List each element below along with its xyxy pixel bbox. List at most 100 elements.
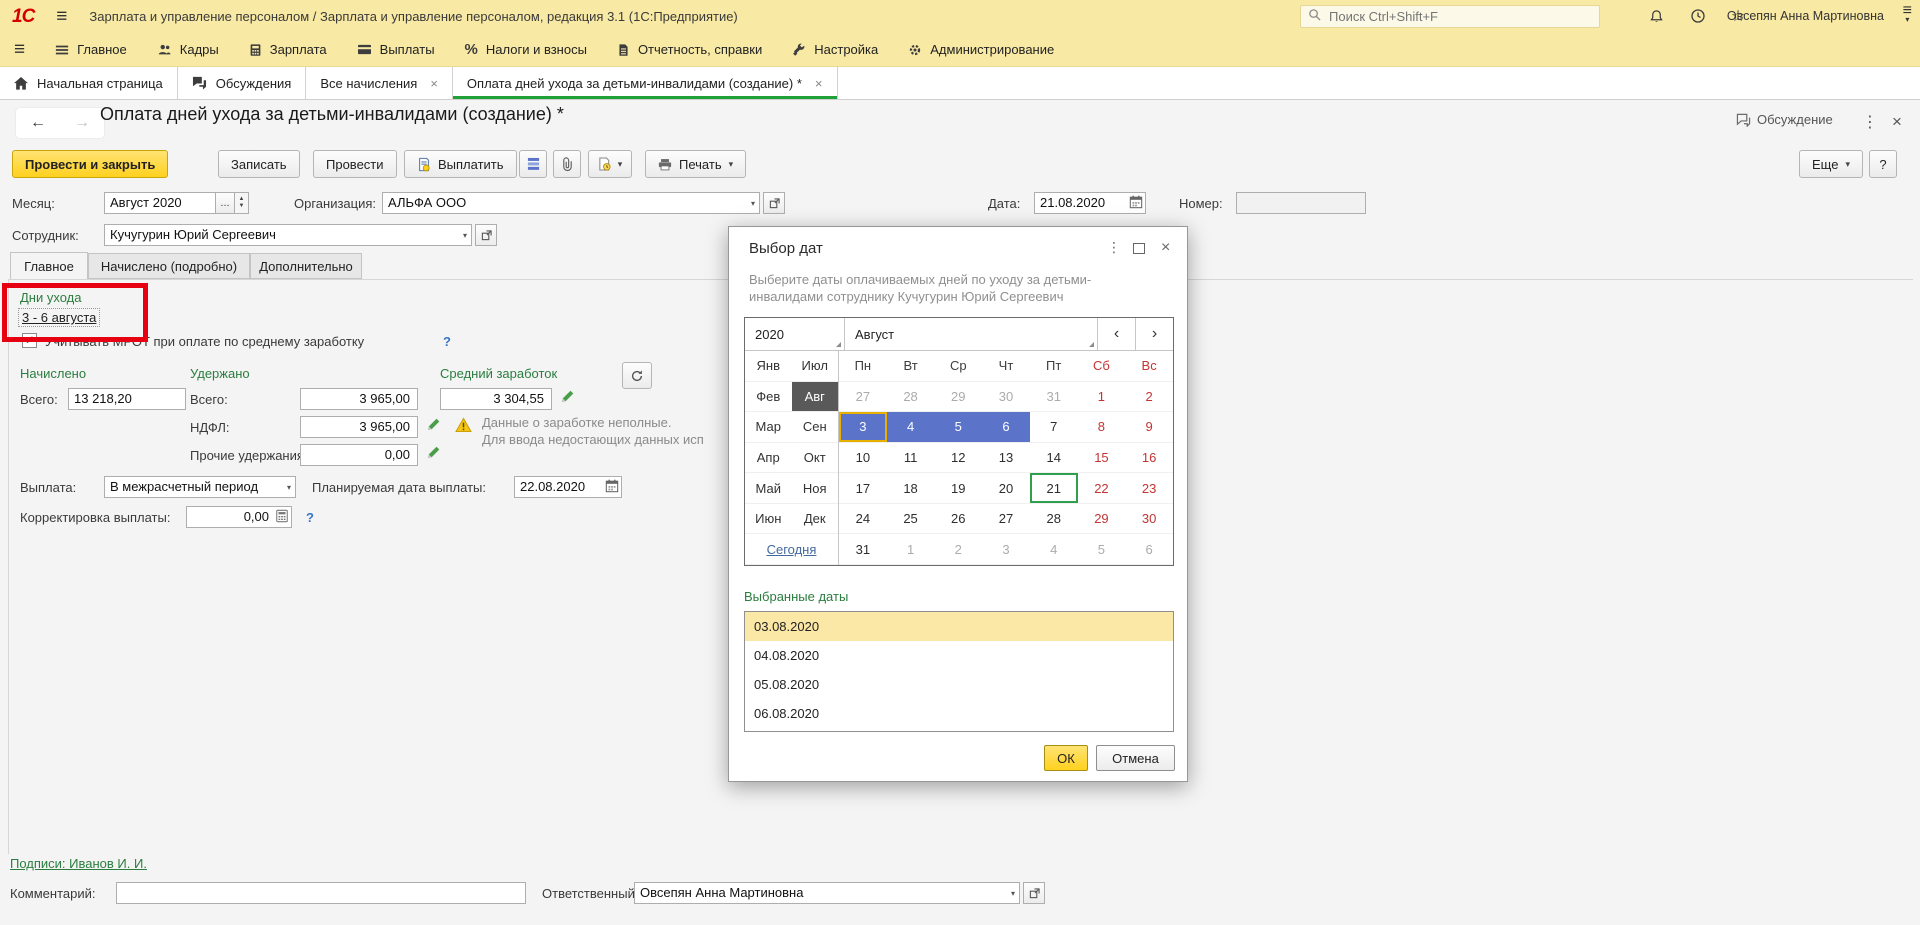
organization-open-button[interactable] bbox=[763, 192, 785, 214]
care-days-link[interactable]: 3 - 6 августа bbox=[18, 308, 100, 327]
register-records-button[interactable] bbox=[519, 150, 547, 178]
current-user-name[interactable]: Овсепян Анна Мартиновна bbox=[1727, 9, 1884, 23]
calendar-day[interactable]: 5 bbox=[1078, 534, 1126, 565]
main-menu-icon[interactable]: ≡ bbox=[56, 6, 67, 28]
ok-button[interactable]: ОК bbox=[1044, 745, 1088, 771]
post-and-close-button[interactable]: Провести и закрыть bbox=[12, 150, 168, 178]
month-cell[interactable]: Сен bbox=[792, 412, 839, 443]
month-cell[interactable]: Июн bbox=[745, 504, 792, 535]
calendar-day-selected[interactable]: 5 bbox=[934, 412, 982, 443]
calendar-day-selected[interactable]: 6 bbox=[982, 412, 1030, 443]
calendar-icon[interactable] bbox=[605, 479, 619, 498]
page-kebab-icon[interactable]: ⋮ bbox=[1862, 112, 1878, 132]
calendar-day[interactable]: 22 bbox=[1078, 473, 1126, 504]
organization-field[interactable]: АЛЬФА ООО▾ bbox=[382, 192, 760, 214]
edit-other-pencil-icon[interactable] bbox=[426, 445, 441, 465]
calendar-day[interactable]: 20 bbox=[982, 473, 1030, 504]
month-cell-current[interactable]: Авг bbox=[792, 382, 839, 413]
calendar-day[interactable]: 31 bbox=[839, 534, 887, 565]
calendar-day[interactable]: 10 bbox=[839, 443, 887, 474]
calendar-day[interactable]: 4 bbox=[1030, 534, 1078, 565]
responsible-open-button[interactable] bbox=[1023, 882, 1045, 904]
dialog-maximize-icon[interactable] bbox=[1133, 243, 1145, 254]
selected-date-row[interactable]: 05.08.2020 bbox=[745, 670, 1173, 699]
pay-button[interactable]: Выплатить bbox=[404, 150, 517, 178]
other-withholdings-field[interactable]: 0,00 bbox=[300, 444, 418, 466]
menu-item-hr[interactable]: Кадры bbox=[157, 42, 219, 57]
comment-field[interactable] bbox=[116, 882, 526, 904]
calendar-day[interactable]: 29 bbox=[934, 382, 982, 413]
calendar-day[interactable]: 12 bbox=[934, 443, 982, 474]
next-month-button[interactable]: › bbox=[1135, 318, 1173, 350]
month-cell[interactable]: Июл bbox=[792, 351, 839, 382]
calendar-day[interactable]: 15 bbox=[1078, 443, 1126, 474]
payout-adjustment-field[interactable]: 0,00 bbox=[186, 506, 292, 528]
menu-item-settings[interactable]: Настройка bbox=[792, 42, 878, 57]
month-choose-button[interactable]: ... bbox=[215, 192, 235, 214]
month-spinner[interactable]: ▲▼ bbox=[234, 192, 249, 214]
menu-item-payments[interactable]: Выплаты bbox=[357, 42, 435, 57]
payout-select[interactable]: В межрасчетный период▾ bbox=[104, 476, 296, 498]
selected-date-row[interactable]: 06.08.2020 bbox=[745, 699, 1173, 728]
menu-item-salary[interactable]: Зарплата bbox=[249, 42, 327, 57]
calendar-day[interactable]: 26 bbox=[934, 504, 982, 535]
month-cell[interactable]: Окт bbox=[792, 443, 839, 474]
mrot-help-icon[interactable]: ? bbox=[443, 334, 451, 349]
number-field[interactable] bbox=[1236, 192, 1366, 214]
calendar-day[interactable]: 23 bbox=[1125, 473, 1173, 504]
calendar-day[interactable]: 11 bbox=[887, 443, 935, 474]
cancel-button[interactable]: Отмена bbox=[1096, 745, 1175, 771]
average-earnings-field[interactable]: 3 304,55 bbox=[440, 388, 552, 410]
user-menu-icon[interactable]: ≡▾ bbox=[1903, 5, 1912, 22]
calendar-day-selected[interactable]: 4 bbox=[887, 412, 935, 443]
year-select[interactable]: 2020 bbox=[745, 318, 845, 350]
help-button[interactable]: ? bbox=[1869, 150, 1897, 178]
print-button[interactable]: Печать▾ bbox=[645, 150, 746, 178]
calendar-day[interactable]: 13 bbox=[982, 443, 1030, 474]
form-tab-accrued-detail[interactable]: Начислено (подробно) bbox=[88, 253, 250, 279]
withheld-total-field[interactable]: 3 965,00 bbox=[300, 388, 418, 410]
discussion-button[interactable]: Обсуждение bbox=[1736, 112, 1833, 127]
attachments-button[interactable] bbox=[553, 150, 581, 178]
ndfl-field[interactable]: 3 965,00 bbox=[300, 416, 418, 438]
menu-item-main[interactable]: Главное bbox=[55, 42, 127, 57]
calendar-day[interactable]: 16 bbox=[1125, 443, 1173, 474]
calendar-day[interactable]: 29 bbox=[1078, 504, 1126, 535]
more-button[interactable]: Еще▾ bbox=[1799, 150, 1863, 178]
today-link[interactable]: Сегодня bbox=[745, 534, 838, 565]
tab-all-accruals[interactable]: Все начисления × bbox=[306, 67, 453, 99]
calendar-day[interactable]: 30 bbox=[982, 382, 1030, 413]
month-cell[interactable]: Янв bbox=[745, 351, 792, 382]
search-input[interactable] bbox=[1327, 8, 1592, 25]
history-icon[interactable] bbox=[1688, 6, 1708, 26]
responsible-field[interactable]: Овсепян Анна Мартиновна▾ bbox=[634, 882, 1020, 904]
menu-item-reports[interactable]: Отчетность, справки bbox=[617, 42, 762, 57]
reminders-button[interactable]: ▾ bbox=[588, 150, 632, 178]
tab-home[interactable]: Начальная страница bbox=[0, 67, 178, 99]
calendar-day[interactable]: 6 bbox=[1125, 534, 1173, 565]
calendar-day[interactable]: 14 bbox=[1030, 443, 1078, 474]
planned-payout-date-field[interactable]: 22.08.2020 bbox=[514, 476, 622, 498]
calendar-day[interactable]: 24 bbox=[839, 504, 887, 535]
calculator-small-icon[interactable] bbox=[275, 509, 289, 528]
edit-average-pencil-icon[interactable] bbox=[560, 389, 575, 409]
close-tab-icon[interactable]: × bbox=[815, 76, 823, 91]
calendar-day[interactable]: 2 bbox=[934, 534, 982, 565]
signatures-link[interactable]: Подписи: Иванов И. И. bbox=[10, 856, 147, 871]
calendar-day[interactable]: 7 bbox=[1030, 412, 1078, 443]
save-button[interactable]: Записать bbox=[218, 150, 300, 178]
calendar-day[interactable]: 27 bbox=[839, 382, 887, 413]
prev-month-button[interactable]: ‹ bbox=[1097, 318, 1135, 350]
employee-field[interactable]: Кучугурин Юрий Сергеевич▾ bbox=[104, 224, 472, 246]
mrot-checkbox[interactable]: ✓ bbox=[22, 333, 37, 348]
selected-date-row[interactable]: 04.08.2020 bbox=[745, 641, 1173, 670]
dialog-close-icon[interactable]: × bbox=[1161, 239, 1170, 257]
back-button[interactable]: ← bbox=[30, 114, 46, 132]
adjustment-help-icon[interactable]: ? bbox=[306, 510, 314, 525]
post-button[interactable]: Провести bbox=[313, 150, 397, 178]
page-close-icon[interactable]: × bbox=[1892, 112, 1902, 132]
month-field[interactable]: Август 2020 bbox=[104, 192, 216, 214]
calendar-day[interactable]: 3 bbox=[982, 534, 1030, 565]
edit-ndfl-pencil-icon[interactable] bbox=[426, 417, 441, 437]
calendar-day[interactable]: 17 bbox=[839, 473, 887, 504]
